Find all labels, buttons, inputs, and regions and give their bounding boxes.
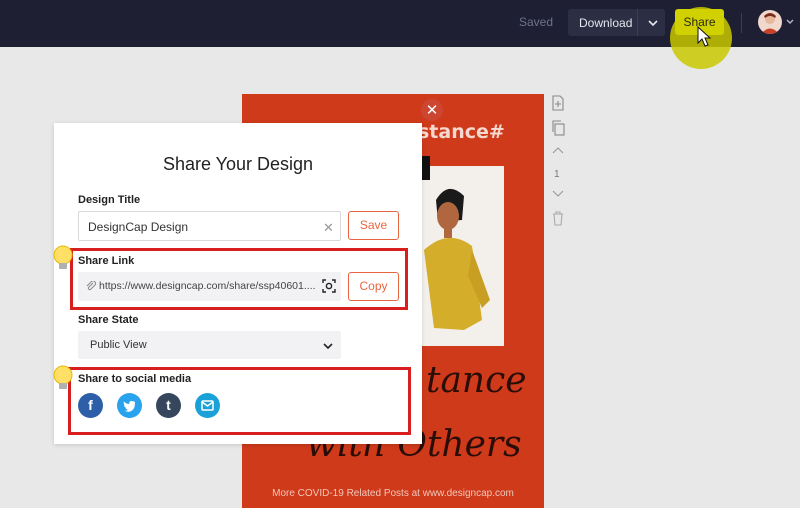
- lightbulb-icon: [53, 365, 73, 389]
- design-title-value: DesignCap Design: [88, 220, 189, 234]
- poster-footer: More COVID-19 Related Posts at www.desig…: [272, 488, 514, 499]
- chevron-down-icon[interactable]: [646, 16, 660, 30]
- close-icon: ✕: [425, 101, 439, 119]
- delete-page-icon[interactable]: [550, 210, 566, 226]
- avatar[interactable]: [758, 10, 782, 34]
- dialog-title: Share Your Design: [162, 154, 314, 174]
- clear-icon[interactable]: ✕: [323, 220, 334, 236]
- download-divider: [637, 9, 638, 36]
- download-label: Download: [579, 16, 633, 30]
- add-page-icon[interactable]: [550, 95, 566, 111]
- poster-script-line1: tance: [426, 360, 527, 401]
- save-button[interactable]: Save: [348, 211, 399, 240]
- account-chevron-icon[interactable]: [785, 17, 795, 27]
- top-bar: Saved Download Share: [0, 0, 800, 69]
- mouse-cursor-icon: [697, 26, 712, 47]
- poster-heading: stance#: [418, 121, 505, 143]
- user-avatar-icon: [761, 13, 779, 34]
- page-number: 1: [554, 169, 560, 180]
- woman-illustration: [424, 188, 490, 330]
- lightbulb-icon: [53, 245, 73, 269]
- move-page-up-icon[interactable]: [550, 143, 566, 159]
- share-link-highlight: [70, 248, 408, 310]
- share-state-label: Share State: [78, 314, 139, 326]
- share-state-select[interactable]: Public View: [78, 331, 341, 359]
- design-title-label: Design Title: [78, 194, 141, 206]
- chevron-down-icon: [323, 343, 333, 350]
- social-highlight: [68, 367, 411, 435]
- download-button[interactable]: Download: [568, 9, 665, 36]
- share-state-value: Public View: [90, 339, 147, 351]
- saved-status: Saved: [519, 15, 554, 29]
- duplicate-page-icon[interactable]: [550, 120, 566, 136]
- topbar-divider: [741, 13, 742, 33]
- design-title-input[interactable]: DesignCap Design ✕: [78, 211, 341, 241]
- move-page-down-icon[interactable]: [550, 185, 566, 201]
- close-dialog-button[interactable]: ✕: [421, 99, 443, 121]
